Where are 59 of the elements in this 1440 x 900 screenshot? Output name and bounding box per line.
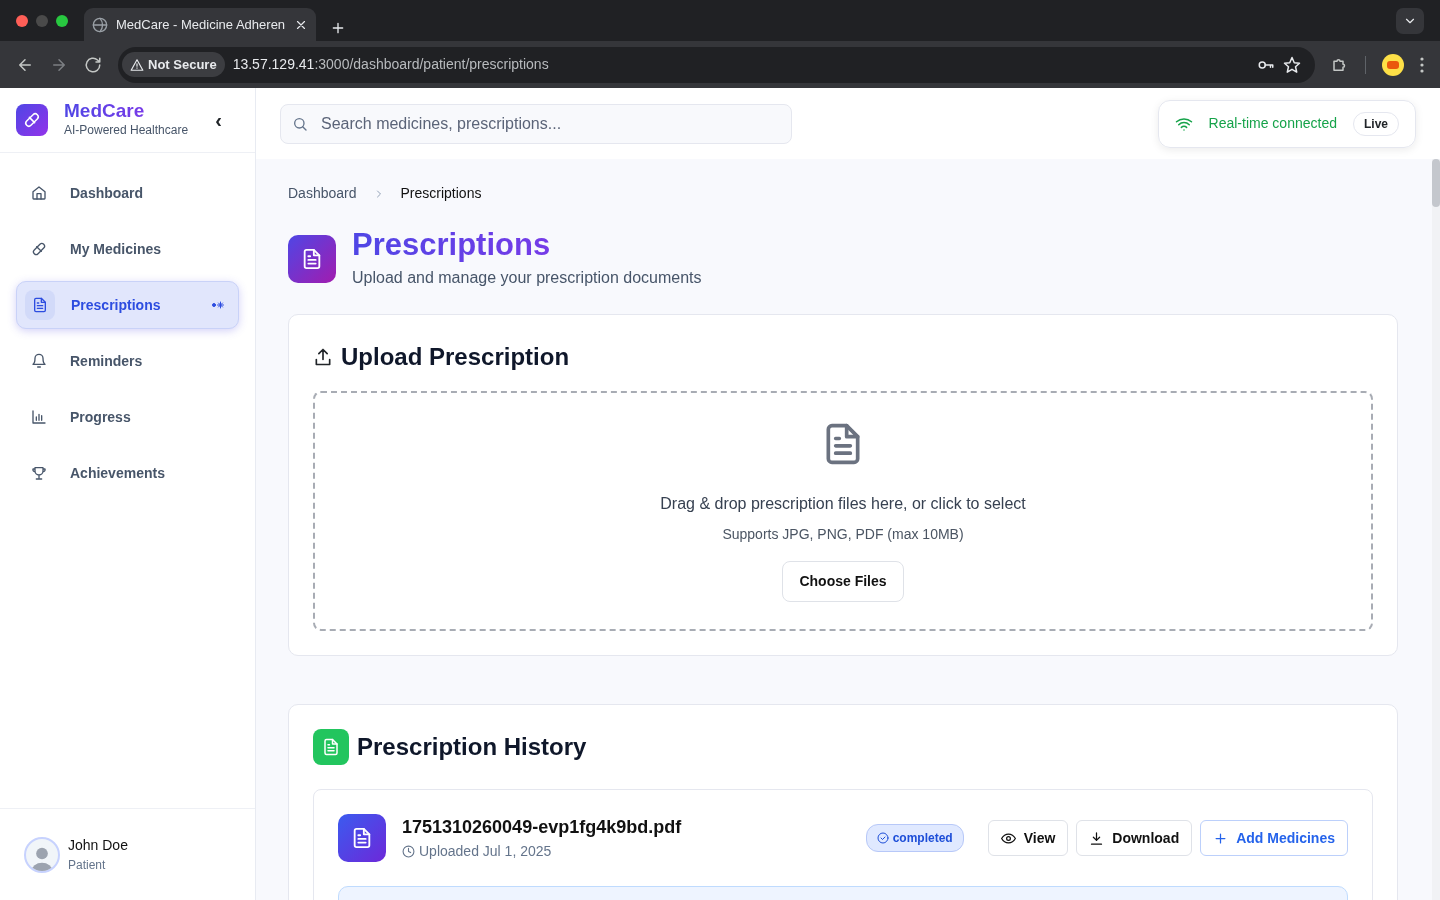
file-name: 1751310260049-evp1fg4k9bd.pdf <box>402 816 683 840</box>
tab-title: MedCare - Medicine Adheren <box>116 15 286 34</box>
more-icon[interactable] <box>1420 56 1424 73</box>
collapse-sidebar-button[interactable]: ‹ <box>214 104 223 136</box>
reload-icon <box>84 55 102 74</box>
tab-list-button[interactable] <box>1396 8 1424 34</box>
warning-icon <box>130 57 144 72</box>
plus-icon <box>1213 830 1229 846</box>
search-field[interactable]: Search medicines, prescriptions... <box>280 103 792 144</box>
upload-date: Uploaded Jul 1, 2025 <box>419 842 552 862</box>
home-icon <box>31 185 47 201</box>
url-text[interactable]: 13.57.129.41:3000/dashboard/patient/prescriptions <box>232 54 1249 75</box>
upload-icon <box>313 347 333 368</box>
add-medicines-button[interactable]: Add Medicines <box>1200 820 1348 857</box>
pill-icon <box>31 241 47 257</box>
download-button[interactable]: Download <box>1076 820 1193 857</box>
card-title: Prescription History <box>357 732 587 763</box>
close-window-button[interactable] <box>16 14 28 27</box>
document-icon <box>351 827 373 850</box>
check-circle-icon <box>876 832 889 845</box>
page-subtitle: Upload and manage your prescription documents <box>352 268 702 289</box>
sidebar-item[interactable]: Prescriptions <box>16 281 239 329</box>
card-title: Upload Prescription <box>341 342 570 373</box>
choose-files-button[interactable]: Choose Files <box>782 561 904 603</box>
trophy-icon <box>31 465 47 481</box>
connection-text: Real-time connected <box>1208 114 1337 134</box>
bell-icon <box>31 353 47 369</box>
security-chip[interactable]: Not Secure <box>122 51 225 78</box>
dropzone-hint: Supports JPG, PNG, PDF (max 10MB) <box>722 525 964 545</box>
clock-icon <box>402 845 415 859</box>
browser-tab[interactable]: MedCare - Medicine Adheren <box>84 8 316 41</box>
globe-icon <box>92 16 108 33</box>
user-role: Patient <box>68 857 107 874</box>
breadcrumb-item[interactable]: Dashboard <box>288 183 357 205</box>
status-badge: completed <box>865 824 964 853</box>
sidebar-item[interactable]: Achievements <box>16 449 239 497</box>
document-icon <box>322 738 340 757</box>
brand-tagline: AI-Powered Healthcare <box>64 122 190 140</box>
document-icon <box>301 248 323 271</box>
star-icon <box>1283 55 1301 74</box>
sidebar-item[interactable]: My Medicines <box>16 225 239 273</box>
dropzone-text: Drag & drop prescription files here, or click to select <box>660 494 1026 515</box>
maximize-window-button[interactable] <box>56 14 68 27</box>
sidebar-item[interactable]: Dashboard <box>16 169 239 217</box>
view-button[interactable]: View <box>987 820 1069 857</box>
file-dropzone[interactable]: Drag & drop prescription files here, or click to select Supports JPG, PNG, PDF (max 10MB) Choose Files <box>313 391 1373 632</box>
document-icon <box>32 297 48 313</box>
sidebar-item[interactable]: Progress <box>16 393 239 441</box>
scrollbar[interactable] <box>1432 159 1440 900</box>
sidebar-item[interactable]: Reminders <box>16 337 239 385</box>
user-name: John Doe <box>68 836 128 855</box>
profile-avatar[interactable] <box>1382 53 1404 76</box>
breadcrumb-item: Prescriptions <box>400 184 482 204</box>
user-avatar <box>24 836 60 873</box>
bar-chart-icon <box>31 409 47 425</box>
eye-icon <box>1000 830 1016 846</box>
pill-icon <box>23 111 41 129</box>
download-icon <box>1089 830 1105 846</box>
plus-icon <box>330 20 346 36</box>
